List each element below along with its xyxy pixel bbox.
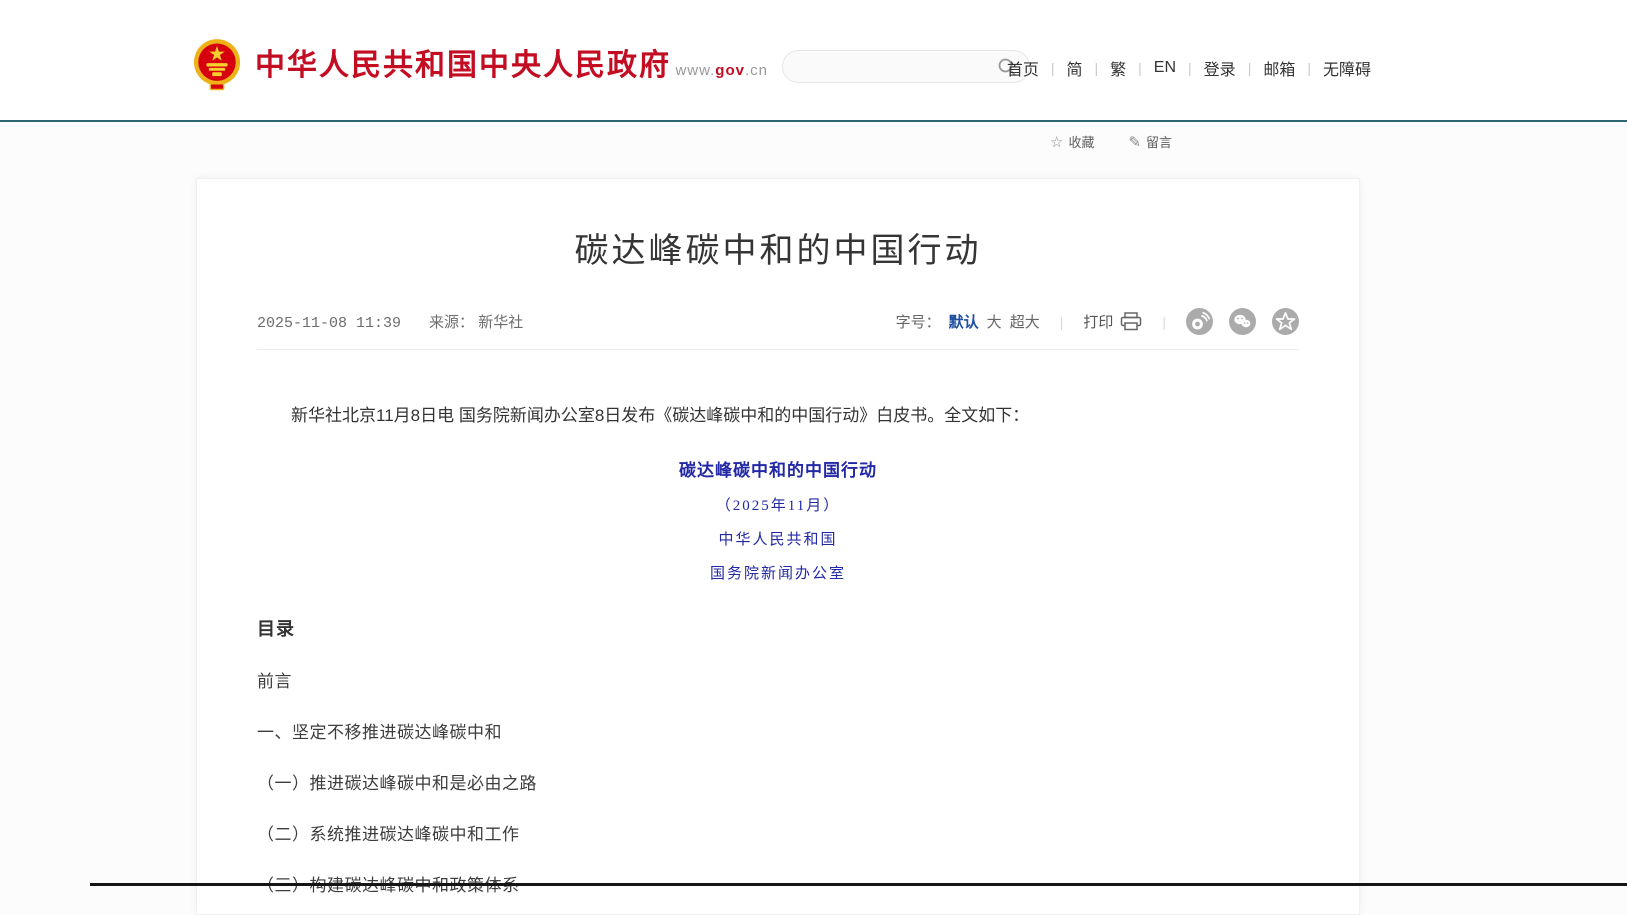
document-date: （2025年11月） bbox=[257, 494, 1299, 515]
nav-separator: | bbox=[1051, 60, 1055, 76]
nav-item-mail[interactable]: 邮箱 bbox=[1262, 56, 1296, 80]
toc-item: 前言 bbox=[257, 667, 1299, 692]
top-nav: 首页 | 简 | 繁 | EN | 登录 | 邮箱 | 无障碍 bbox=[1006, 56, 1372, 80]
pencil-icon: ✎ bbox=[1128, 133, 1141, 151]
share-group bbox=[1186, 308, 1299, 335]
fontsize-large-button[interactable]: 大 bbox=[987, 311, 1002, 332]
publish-date: 2025-11-08 11:39 bbox=[257, 315, 401, 332]
nav-item-login[interactable]: 登录 bbox=[1203, 56, 1237, 80]
window-bottom-edge bbox=[90, 883, 1627, 886]
article-meta-right: 字号： 默认 大 超大 | 打印 | bbox=[896, 308, 1299, 335]
lead-paragraph: 新华社北京11月8日电 国务院新闻办公室8日发布《碳达峰碳中和的中国行动》白皮书… bbox=[257, 404, 1299, 428]
site-header: 中华人民共和国中央人民政府 www.gov.cn 首页 | 简 | 繁 | EN | 登录 | 邮箱… bbox=[0, 0, 1627, 122]
toc-heading: 目录 bbox=[257, 615, 1299, 641]
message-label: 留言 bbox=[1146, 132, 1172, 151]
document-org-line1: 中华人民共和国 bbox=[257, 528, 1299, 549]
wechat-icon bbox=[1229, 308, 1256, 335]
fontsize-label: 字号： bbox=[896, 311, 941, 332]
national-emblem-icon bbox=[193, 38, 241, 94]
favorite-button[interactable]: ☆ 收藏 bbox=[1050, 132, 1094, 151]
toc-item: （二）系统推进碳达峰碳中和工作 bbox=[257, 820, 1299, 845]
search-box bbox=[782, 50, 1030, 83]
fontsize-xlarge-button[interactable]: 超大 bbox=[1010, 311, 1040, 332]
source-label: 来源： bbox=[429, 314, 474, 331]
source-name: 新华社 bbox=[478, 314, 523, 331]
print-button[interactable]: 打印 bbox=[1083, 311, 1142, 332]
meta-divider bbox=[257, 349, 1299, 350]
message-button[interactable]: ✎ 留言 bbox=[1128, 132, 1172, 151]
weibo-icon bbox=[1186, 308, 1213, 335]
site-logo-link[interactable]: 中华人民共和国中央人民政府 www.gov.cn bbox=[193, 38, 768, 94]
wechat-share-button[interactable] bbox=[1229, 308, 1256, 335]
article-title: 碳达峰碳中和的中国行动 bbox=[197, 223, 1359, 272]
print-label: 打印 bbox=[1083, 311, 1113, 332]
article-meta-row: 2025-11-08 11:39 来源： 新华社 字号： 默认 大 超大 | 打… bbox=[257, 308, 1299, 335]
quicklinks-bar: ☆ 收藏 ✎ 留言 bbox=[1050, 132, 1172, 151]
qzone-share-button[interactable] bbox=[1272, 308, 1299, 335]
nav-item-home[interactable]: 首页 bbox=[1006, 56, 1040, 80]
favorite-label: 收藏 bbox=[1068, 132, 1094, 151]
meta-separator: | bbox=[1060, 314, 1064, 330]
site-title: 中华人民共和国中央人民政府 bbox=[255, 49, 671, 82]
nav-item-traditional[interactable]: 繁 bbox=[1109, 56, 1127, 80]
article-source: 来源： 新华社 bbox=[429, 311, 523, 332]
weibo-share-button[interactable] bbox=[1186, 308, 1213, 335]
site-url-gov: gov bbox=[715, 62, 745, 79]
fontsize-default-button[interactable]: 默认 bbox=[949, 311, 979, 332]
nav-separator: | bbox=[1138, 60, 1142, 76]
nav-separator: | bbox=[1307, 60, 1311, 76]
nav-separator: | bbox=[1188, 60, 1192, 76]
nav-item-english[interactable]: EN bbox=[1153, 59, 1177, 77]
page: { "header": { "site_title": "中华人民共和国中央人民… bbox=[0, 0, 1627, 915]
nav-item-accessibility[interactable]: 无障碍 bbox=[1322, 56, 1372, 80]
document-title: 碳达峰碳中和的中国行动 bbox=[257, 456, 1299, 481]
qzone-star-icon bbox=[1272, 308, 1299, 335]
meta-separator: | bbox=[1162, 314, 1166, 330]
star-outline-icon: ☆ bbox=[1050, 133, 1063, 151]
toc-item: 一、坚定不移推进碳达峰碳中和 bbox=[257, 718, 1299, 743]
site-url-www: www. bbox=[675, 62, 715, 79]
article-body: 新华社北京11月8日电 国务院新闻办公室8日发布《碳达峰碳中和的中国行动》白皮书… bbox=[197, 404, 1359, 915]
search-input[interactable] bbox=[801, 59, 997, 75]
site-url: www.gov.cn bbox=[675, 62, 768, 79]
nav-separator: | bbox=[1095, 60, 1099, 76]
nav-item-simplified[interactable]: 简 bbox=[1065, 56, 1083, 80]
toc-item: （一）推进碳达峰碳中和是必由之路 bbox=[257, 769, 1299, 794]
site-url-cn: .cn bbox=[745, 62, 768, 79]
nav-separator: | bbox=[1248, 60, 1252, 76]
document-org-line2: 国务院新闻办公室 bbox=[257, 562, 1299, 583]
printer-icon bbox=[1120, 312, 1142, 331]
article-card: 碳达峰碳中和的中国行动 2025-11-08 11:39 来源： 新华社 字号：… bbox=[196, 178, 1360, 915]
article-meta-left: 2025-11-08 11:39 来源： 新华社 bbox=[257, 311, 523, 332]
